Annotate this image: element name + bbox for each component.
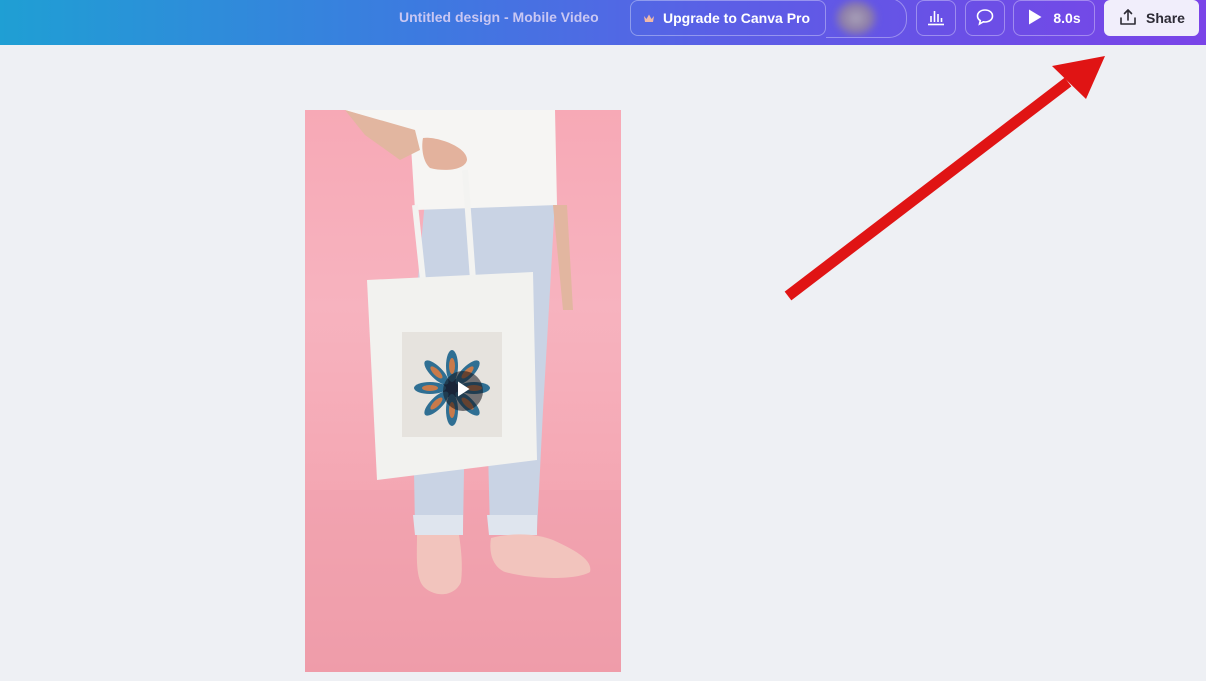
video-play-button[interactable] xyxy=(443,371,483,411)
share-button[interactable]: Share xyxy=(1104,0,1199,36)
document-title[interactable]: Untitled design - Mobile Video xyxy=(399,9,599,27)
play-icon xyxy=(1027,8,1043,29)
comment-button[interactable] xyxy=(965,0,1005,36)
play-icon xyxy=(455,380,471,403)
avatar[interactable] xyxy=(826,0,907,38)
upgrade-button[interactable]: Upgrade to Canva Pro xyxy=(630,0,826,36)
upgrade-label: Upgrade to Canva Pro xyxy=(663,10,811,26)
speech-bubble-icon xyxy=(975,7,995,30)
top-toolbar: Untitled design - Mobile Video Upgrade t… xyxy=(0,0,1206,45)
duration-label: 8.0s xyxy=(1053,10,1081,26)
share-label: Share xyxy=(1146,10,1185,26)
bar-chart-icon xyxy=(926,7,946,30)
upload-icon xyxy=(1118,7,1138,30)
present-play-button[interactable]: 8.0s xyxy=(1013,0,1095,36)
analytics-button[interactable] xyxy=(916,0,956,36)
crown-icon xyxy=(643,10,655,26)
